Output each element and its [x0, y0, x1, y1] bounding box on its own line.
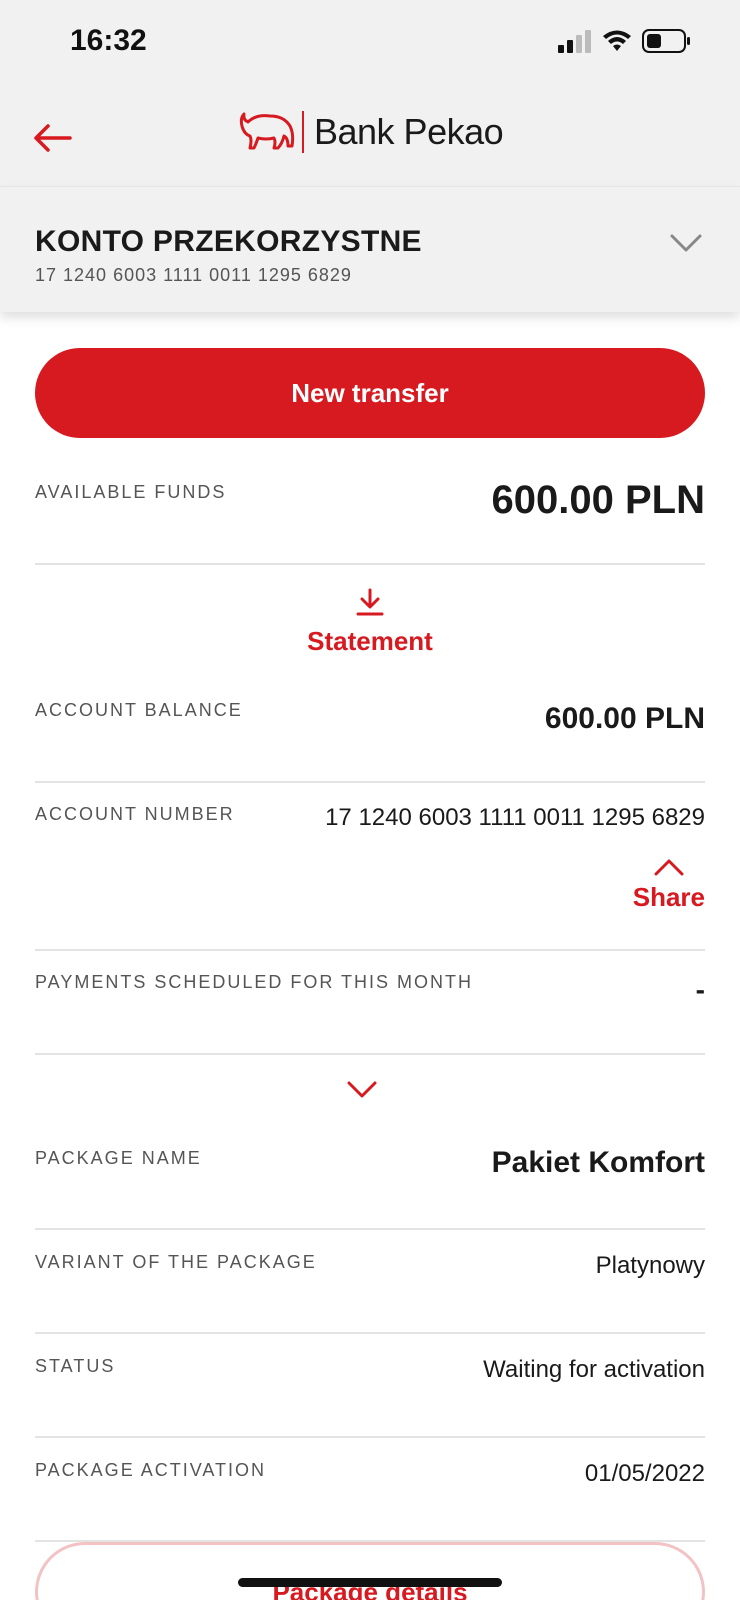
divider [35, 949, 705, 951]
wifi-icon [603, 30, 631, 51]
status-value: Waiting for activation [483, 1356, 705, 1383]
share-button[interactable]: Share [633, 858, 705, 913]
account-number-row: ACCOUNT NUMBER 17 1240 6003 1111 0011 12… [35, 804, 705, 844]
new-transfer-button[interactable]: New transfer [35, 348, 705, 438]
download-icon [356, 588, 384, 616]
account-balance-label: ACCOUNT BALANCE [35, 700, 243, 720]
divider [35, 563, 705, 565]
bison-logo-icon [239, 112, 295, 150]
status-bar: 16:32 [0, 0, 740, 86]
package-variant-label: VARIANT OF THE PACKAGE [35, 1252, 317, 1272]
available-funds-value: 600.00 PLN [491, 478, 705, 522]
package-activation-label: PACKAGE ACTIVATION [35, 1460, 267, 1480]
brand-name: Bank Pekao [314, 111, 504, 152]
package-name-value: Pakiet Komfort [491, 1146, 705, 1179]
arrow-left-icon [34, 124, 72, 152]
package-name-label: PACKAGE NAME [35, 1148, 202, 1168]
payments-scheduled-value: - [695, 974, 705, 1005]
app-header: Bank Pekao [0, 86, 740, 186]
statement-button[interactable]: Statement [0, 588, 740, 657]
chevron-up-icon [654, 859, 684, 876]
status-icons [558, 28, 692, 54]
payments-scheduled-row: PAYMENTS SCHEDULED FOR THIS MONTH - [35, 972, 705, 1012]
back-button[interactable] [30, 116, 74, 160]
account-balance-row: ACCOUNT BALANCE 600.00 PLN [35, 700, 705, 740]
payments-scheduled-label: PAYMENTS SCHEDULED FOR THIS MONTH [35, 972, 474, 992]
share-label: Share [632, 882, 705, 912]
account-name: KONTO PRZEKORZYSTNE [35, 225, 422, 258]
available-funds-row: AVAILABLE FUNDS 600.00 PLN [35, 478, 705, 532]
account-balance-value: 600.00 PLN [544, 702, 705, 735]
divider [35, 781, 705, 783]
home-indicator [238, 1578, 502, 1587]
expand-chevron-down-icon[interactable] [346, 1080, 378, 1100]
divider [35, 1436, 705, 1438]
divider [35, 1332, 705, 1334]
status-label: STATUS [35, 1356, 116, 1376]
account-number-value: 17 1240 6003 1111 0011 1295 6829 [325, 804, 705, 831]
package-activation-value: 01/05/2022 [584, 1460, 705, 1487]
account-selector[interactable]: KONTO PRZEKORZYSTNE 17 1240 6003 1111 00… [0, 186, 740, 312]
package-name-row: PACKAGE NAME Pakiet Komfort [35, 1146, 705, 1192]
bank-logo: Bank Pekao [238, 110, 504, 154]
battery-icon [642, 29, 690, 53]
divider [35, 1053, 705, 1055]
brand-divider [302, 111, 304, 153]
account-number-subtitle: 17 1240 6003 1111 0011 1295 6829 [35, 265, 352, 285]
package-variant-row: VARIANT OF THE PACKAGE Platynowy [35, 1252, 705, 1292]
status-row: STATUS Waiting for activation [35, 1356, 705, 1396]
account-number-label: ACCOUNT NUMBER [35, 804, 235, 824]
statement-label: Statement [307, 626, 433, 656]
available-funds-label: AVAILABLE FUNDS [35, 482, 227, 502]
package-variant-value: Platynowy [595, 1252, 705, 1279]
chevron-down-icon[interactable] [670, 233, 702, 253]
package-activation-row: PACKAGE ACTIVATION 01/05/2022 [35, 1460, 705, 1500]
signal-icon [558, 30, 591, 53]
status-time: 16:32 [70, 24, 147, 57]
divider [35, 1228, 705, 1230]
package-details-button[interactable]: Package details [35, 1542, 705, 1600]
